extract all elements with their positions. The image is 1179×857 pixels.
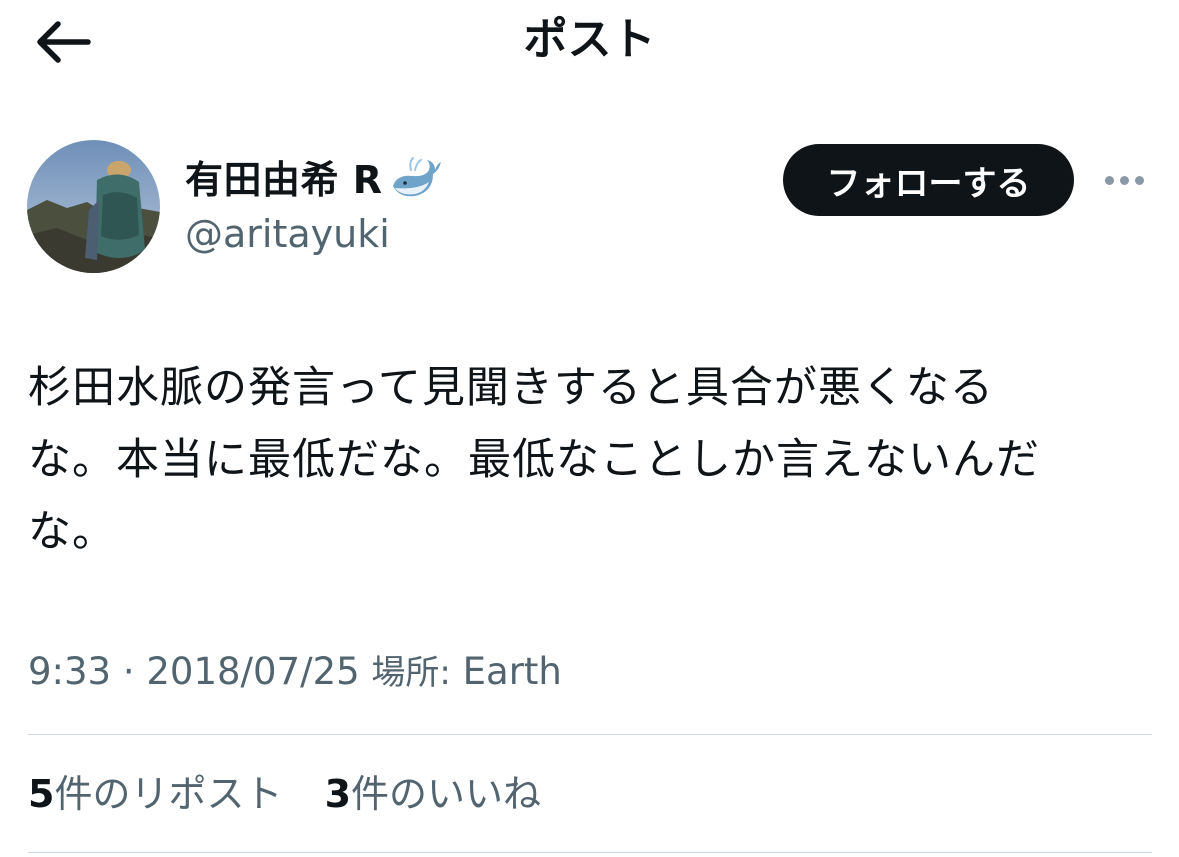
more-button[interactable] bbox=[1098, 160, 1150, 200]
follow-button[interactable]: フォローする bbox=[783, 144, 1074, 216]
tweet-date[interactable]: 2018/07/25 bbox=[146, 650, 359, 693]
top-bar: ポスト bbox=[0, 0, 1179, 90]
reposts-stat[interactable]: 5件のリポスト bbox=[28, 766, 282, 822]
profile-photo bbox=[27, 140, 160, 273]
location-label: 場所: bbox=[371, 653, 451, 693]
tweet-text-line: 杉田水脈の発言って見聞きすると具合が悪くなる bbox=[28, 363, 994, 413]
whale-icon bbox=[387, 152, 443, 208]
tweet-time[interactable]: 9:33 bbox=[28, 650, 111, 693]
page-title: ポスト bbox=[523, 14, 656, 65]
author-handle[interactable]: @aritayuki bbox=[185, 208, 390, 260]
meta-separator: · bbox=[111, 650, 147, 693]
tweet-text-line: な。本当に最低だな。最低なことしか言えないんだ bbox=[28, 435, 1040, 485]
likes-label: 件のいいね bbox=[351, 772, 542, 816]
tweet-text: 杉田水脈の発言って見聞きすると具合が悪くなる な。本当に最低だな。最低なことしか… bbox=[28, 352, 1138, 568]
engagement-stats: 5件のリポスト 3件のいいね bbox=[28, 766, 571, 822]
avatar[interactable] bbox=[27, 140, 160, 273]
tweet-meta: 9:33 · 2018/07/25 場所: Earth bbox=[28, 644, 562, 701]
likes-stat[interactable]: 3件のいいね bbox=[325, 766, 541, 822]
location-value: Earth bbox=[462, 650, 562, 693]
likes-count: 3 bbox=[324, 772, 352, 816]
display-name-text: 有田由希 R bbox=[185, 158, 383, 202]
author-name[interactable]: 有田由希 R bbox=[185, 152, 443, 208]
divider bbox=[28, 852, 1152, 853]
reposts-count: 5 bbox=[28, 772, 55, 816]
tweet-text-line: な。 bbox=[28, 507, 116, 557]
more-horizontal-icon bbox=[1102, 175, 1147, 185]
divider bbox=[28, 734, 1152, 735]
reposts-label: 件のリポスト bbox=[54, 772, 283, 816]
